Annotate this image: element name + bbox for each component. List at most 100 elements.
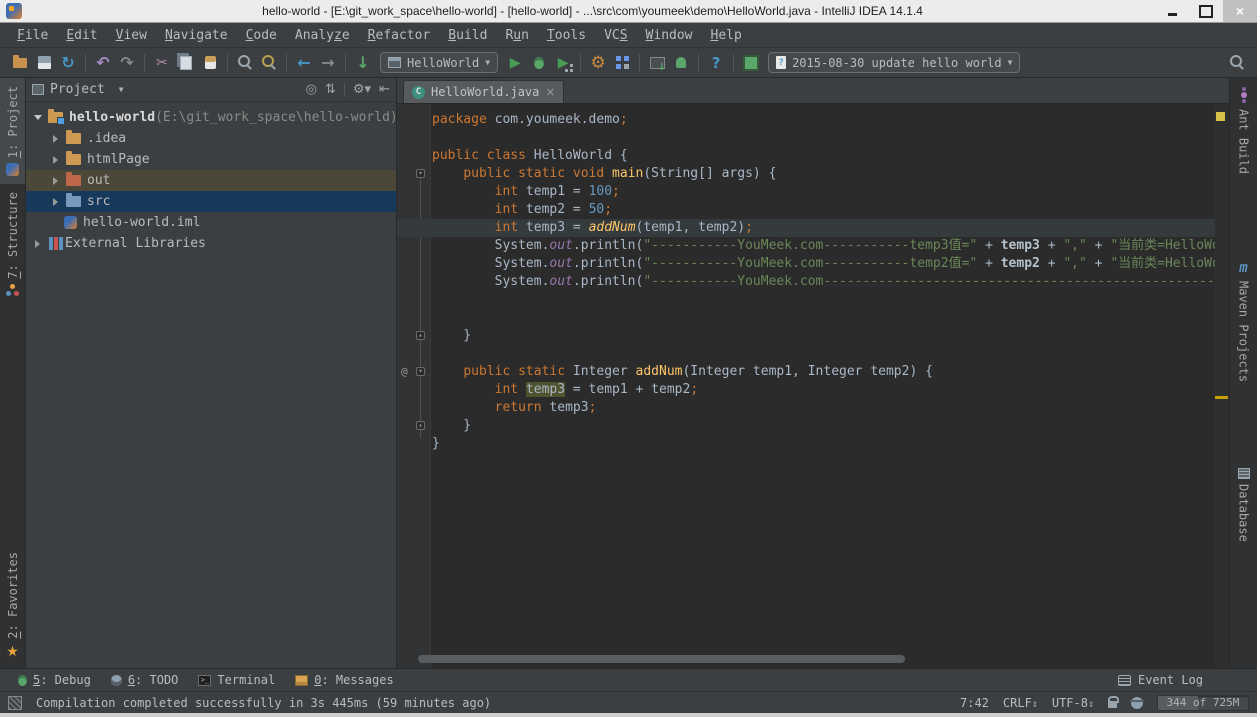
menu-vcs[interactable]: VCS	[595, 26, 636, 45]
menu-edit[interactable]: Edit	[57, 26, 106, 45]
fold-marker[interactable]: ▾	[416, 169, 425, 178]
stripe-tab-ant-build[interactable]: Ant Build	[1230, 78, 1257, 182]
menu-run[interactable]: Run	[496, 26, 537, 45]
code-line-5[interactable]: int temp1 = 100;	[432, 183, 1215, 201]
chevron-right-icon[interactable]	[53, 198, 58, 206]
menu-file[interactable]: File	[8, 26, 57, 45]
tree-item-out[interactable]: out	[26, 170, 396, 191]
paste-icon[interactable]	[198, 51, 222, 75]
code-line-13[interactable]: }	[432, 327, 1215, 345]
undo-icon[interactable]	[91, 51, 115, 75]
close-button[interactable]: ×	[1223, 0, 1257, 22]
device-monitor-icon[interactable]	[739, 51, 763, 75]
editor-tab-helloworld[interactable]: C HelloWorld.java ×	[403, 80, 564, 103]
tree-item-hello-world-iml[interactable]: hello-world.iml	[26, 212, 396, 233]
code-line-18[interactable]: }	[432, 417, 1215, 435]
toolwindow-tab-5-debug[interactable]: 5: Debug	[10, 671, 99, 689]
code-line-2[interactable]	[432, 129, 1215, 147]
menu-code[interactable]: Code	[237, 26, 286, 45]
code-line-14[interactable]	[432, 345, 1215, 363]
save-icon[interactable]	[32, 51, 56, 75]
stripe-tab-2-favorites[interactable]: 2: Favorites★	[0, 544, 25, 668]
chevron-right-icon[interactable]	[53, 156, 58, 164]
synchronize-icon[interactable]	[56, 51, 80, 75]
open-icon[interactable]	[8, 51, 32, 75]
code-line-19[interactable]: }	[432, 435, 1215, 453]
project-structure-icon[interactable]	[610, 51, 634, 75]
menu-build[interactable]: Build	[439, 26, 496, 45]
tree-item-hello-world[interactable]: hello-world (E:\git_work_space\hello-wor…	[26, 107, 396, 128]
code-line-3[interactable]: public class HelloWorld {	[432, 147, 1215, 165]
scroll-to-source-icon[interactable]: ◎	[306, 82, 317, 97]
code-line-1[interactable]: package com.youmeek.demo;	[432, 111, 1215, 129]
code-line-6[interactable]: int temp2 = 50;	[432, 201, 1215, 219]
run-configuration-select[interactable]: HelloWorld ▼	[380, 52, 498, 73]
hector-inspector-icon[interactable]	[1131, 697, 1143, 709]
fold-marker[interactable]: ▴	[416, 331, 425, 340]
toolwindow-tab-6-todo[interactable]: 6: TODO	[103, 671, 187, 689]
back-icon[interactable]	[292, 51, 316, 75]
cut-icon[interactable]	[150, 51, 174, 75]
find-in-path-icon[interactable]	[257, 51, 281, 75]
help-icon[interactable]	[704, 51, 728, 75]
find-icon[interactable]	[233, 51, 257, 75]
forward-icon[interactable]	[316, 51, 340, 75]
debug-icon[interactable]	[527, 51, 551, 75]
menu-analyze[interactable]: Analyze	[286, 26, 359, 45]
toolwindow-tab-terminal[interactable]: >_Terminal	[190, 671, 283, 689]
encoding-selector[interactable]: UTF-8↕	[1052, 696, 1094, 710]
code-line-9[interactable]: System.out.println("-----------YouMeek.c…	[432, 255, 1215, 273]
vcs-update-icon[interactable]	[351, 51, 375, 75]
copy-icon[interactable]	[174, 51, 198, 75]
code-line-11[interactable]	[432, 291, 1215, 309]
project-view-selector[interactable]: Project ▼	[32, 82, 124, 97]
run-icon[interactable]	[503, 51, 527, 75]
maximize-button[interactable]	[1189, 0, 1223, 22]
menu-refactor[interactable]: Refactor	[359, 26, 440, 45]
code-line-12[interactable]	[432, 309, 1215, 327]
caret-position[interactable]: 7:42	[960, 696, 989, 710]
chevron-right-icon[interactable]	[53, 177, 58, 185]
tree-item-src[interactable]: src	[26, 191, 396, 212]
lock-icon[interactable]	[1108, 701, 1117, 708]
chevron-down-icon[interactable]	[34, 115, 42, 120]
menu-tools[interactable]: Tools	[538, 26, 595, 45]
chevron-right-icon[interactable]	[35, 240, 40, 248]
run-with-coverage-icon[interactable]	[551, 51, 575, 75]
code-line-16[interactable]: int temp3 = temp1 + temp2;	[432, 381, 1215, 399]
stripe-tab-1-project[interactable]: 1: Project	[0, 78, 25, 184]
sdk-manager-icon[interactable]	[645, 51, 669, 75]
code-editor[interactable]: ▾ ▴ ▾ @ ▴ package com.youmeek.demo; public cl…	[397, 104, 1229, 668]
close-tab-icon[interactable]: ×	[545, 85, 555, 99]
fold-marker[interactable]: ▴	[416, 421, 425, 430]
line-ending-selector[interactable]: CRLF↕	[1003, 696, 1038, 710]
stripe-tab-maven-projects[interactable]: mMaven Projects	[1230, 252, 1257, 390]
code-line-10[interactable]: System.out.println("-----------YouMeek.c…	[432, 273, 1215, 291]
tree-item-idea[interactable]: .idea	[26, 128, 396, 149]
tree-item-external-libraries[interactable]: External Libraries	[26, 233, 396, 254]
redo-icon[interactable]	[115, 51, 139, 75]
stripe-tab-database[interactable]: Database	[1230, 460, 1257, 550]
chevron-right-icon[interactable]	[53, 135, 58, 143]
toolwindow-toggle-icon[interactable]	[8, 696, 22, 710]
stripe-tab-7-structure[interactable]: 7: Structure	[0, 184, 25, 305]
code-line-17[interactable]: return temp3;	[432, 399, 1215, 417]
annotation-gutter-icon[interactable]: @	[401, 363, 408, 381]
menu-view[interactable]: View	[107, 26, 156, 45]
vertical-scrollbar[interactable]	[1215, 104, 1229, 668]
fold-marker[interactable]: ▾	[416, 367, 425, 376]
tree-item-htmlpage[interactable]: htmlPage	[26, 149, 396, 170]
code-line-7[interactable]: int temp3 = addNum(temp1, temp2);	[432, 219, 1215, 237]
event-log-button[interactable]: Event Log	[1118, 673, 1203, 687]
code-line-15[interactable]: public static Integer addNum(Integer tem…	[432, 363, 1215, 381]
code-line-4[interactable]: public static void main(String[] args) {	[432, 165, 1215, 183]
avd-manager-icon[interactable]	[669, 51, 693, 75]
settings-icon[interactable]	[586, 51, 610, 75]
hide-panel-icon[interactable]: ⇤	[379, 82, 390, 97]
menu-navigate[interactable]: Navigate	[156, 26, 237, 45]
search-everywhere-icon[interactable]	[1225, 51, 1249, 75]
horizontal-scrollbar[interactable]	[418, 655, 905, 663]
gear-icon[interactable]: ⚙▾	[353, 82, 371, 97]
collapse-all-icon[interactable]: ⇅	[325, 82, 336, 97]
toolwindow-tab-0-messages[interactable]: 0: Messages	[287, 671, 401, 689]
